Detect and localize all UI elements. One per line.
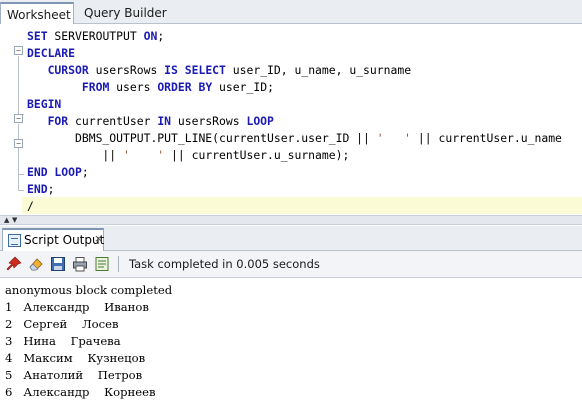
- output-tab-strip: Script Output ×: [0, 226, 582, 251]
- output-line: 6 Александр Корнеев: [5, 385, 156, 399]
- output-text: anonymous block completed 1 Александр Ива…: [5, 282, 172, 401]
- fold-collapse-icon[interactable]: −: [14, 139, 23, 148]
- sql-keyword: ORDER BY: [157, 80, 213, 94]
- script-output-icon: [8, 234, 21, 247]
- print-icon[interactable]: [72, 256, 88, 272]
- tab-script-output[interactable]: Script Output ×: [2, 228, 104, 251]
- sql-keyword: BEGIN: [27, 97, 62, 111]
- sql-keyword: FOR: [47, 114, 69, 128]
- sql-string: ' ': [376, 131, 412, 145]
- code-line: CURSOR usersRows IS SELECT user_ID, u_na…: [27, 62, 562, 79]
- code-text[interactable]: SET SERVEROUTPUT ON; DECLARE CURSOR users…: [27, 28, 562, 215]
- code-line: END;: [27, 181, 562, 198]
- save-icon[interactable]: [50, 256, 66, 272]
- sql-text: SERVEROUTPUT: [47, 29, 144, 43]
- sql-keyword: IS SELECT: [164, 63, 226, 77]
- sql-keyword: END LOOP: [27, 165, 82, 179]
- code-line: FROM users ORDER BY user_ID;: [27, 79, 562, 96]
- sql-text: || currentUser.u_name: [411, 131, 562, 145]
- sql-keyword: FROM: [81, 80, 110, 94]
- sql-keyword: IN: [157, 114, 172, 128]
- code-line: SET SERVEROUTPUT ON;: [27, 28, 562, 45]
- output-line: 2 Сергей Лосев: [5, 317, 119, 331]
- collapse-down-icon[interactable]: ▼: [12, 217, 17, 224]
- fold-end-marker: [18, 174, 24, 175]
- sql-text: currentUser: [68, 114, 158, 128]
- sql-text: user_ID, u_name, u_surname: [225, 63, 412, 77]
- collapse-up-icon[interactable]: ▲: [4, 217, 9, 224]
- sql-text: user_ID;: [212, 80, 274, 94]
- sql-text: || currentUser.u_surname);: [164, 148, 350, 162]
- output-line: anonymous block completed: [5, 283, 173, 297]
- sql-text: users: [109, 80, 158, 94]
- code-line: || ' ' || currentUser.u_surname);: [27, 147, 562, 164]
- sql-text: ;: [47, 182, 55, 196]
- sql-string: ' ': [123, 148, 165, 162]
- script-output-area[interactable]: anonymous block completed 1 Александр Ива…: [0, 279, 582, 402]
- code-line: DBMS_OUTPUT.PUT_LINE(currentUser.user_ID…: [27, 130, 562, 147]
- fold-collapse-icon[interactable]: −: [14, 46, 23, 55]
- sql-keyword: END: [27, 182, 48, 196]
- sql-text: ;: [81, 165, 89, 179]
- panel-splitter[interactable]: ▲ ▼: [0, 215, 582, 225]
- toolbar-separator: [118, 256, 119, 272]
- tab-query-builder[interactable]: Query Builder: [78, 2, 173, 24]
- pin-icon[interactable]: [6, 256, 22, 272]
- fold-guide: [18, 56, 19, 114]
- editor-gutter: − − −: [0, 25, 24, 215]
- sql-text: DBMS_OUTPUT.PUT_LINE(currentUser.user_ID…: [27, 131, 377, 145]
- editor-tab-strip: Worksheet Query Builder: [0, 0, 582, 24]
- output-toolbar: Task completed in 0.005 seconds: [0, 251, 582, 278]
- export-icon[interactable]: [94, 256, 110, 272]
- tab-worksheet[interactable]: Worksheet: [0, 2, 74, 24]
- fold-end-marker: [18, 190, 24, 191]
- code-line: BEGIN: [27, 96, 562, 113]
- sql-editor[interactable]: − − − SET SERVEROUTPUT ON; DECLARE CURSOR…: [0, 25, 582, 215]
- tab-script-output-label: Script Output: [24, 233, 105, 247]
- code-line: FOR currentUser IN usersRows LOOP: [27, 113, 562, 130]
- sql-text: usersRows: [88, 63, 165, 77]
- output-line: 1 Александр Иванов: [5, 300, 149, 314]
- eraser-icon[interactable]: [28, 256, 44, 272]
- sql-keyword: ON: [143, 29, 158, 43]
- code-line: /: [27, 198, 562, 215]
- sql-keyword: SET: [27, 29, 48, 43]
- output-line: 4 Максим Кузнецов: [5, 351, 146, 365]
- fold-guide: [18, 124, 19, 190]
- sql-text: ;: [157, 29, 165, 43]
- close-tab-icon[interactable]: ×: [94, 232, 103, 245]
- output-line: 5 Анатолий Петров: [5, 368, 143, 382]
- sql-keyword: LOOP: [246, 114, 274, 128]
- fold-collapse-icon[interactable]: −: [14, 114, 23, 123]
- sql-text: usersRows: [171, 114, 247, 128]
- code-line: DECLARE: [27, 45, 562, 62]
- sql-keyword: DECLARE: [27, 46, 76, 60]
- code-line: END LOOP;: [27, 164, 562, 181]
- task-status: Task completed in 0.005 seconds: [129, 257, 320, 271]
- sql-text: /: [27, 199, 34, 213]
- sql-keyword: CURSOR: [47, 63, 89, 77]
- sql-text: ||: [27, 148, 124, 162]
- output-line: 3 Нина Грачева: [5, 334, 121, 348]
